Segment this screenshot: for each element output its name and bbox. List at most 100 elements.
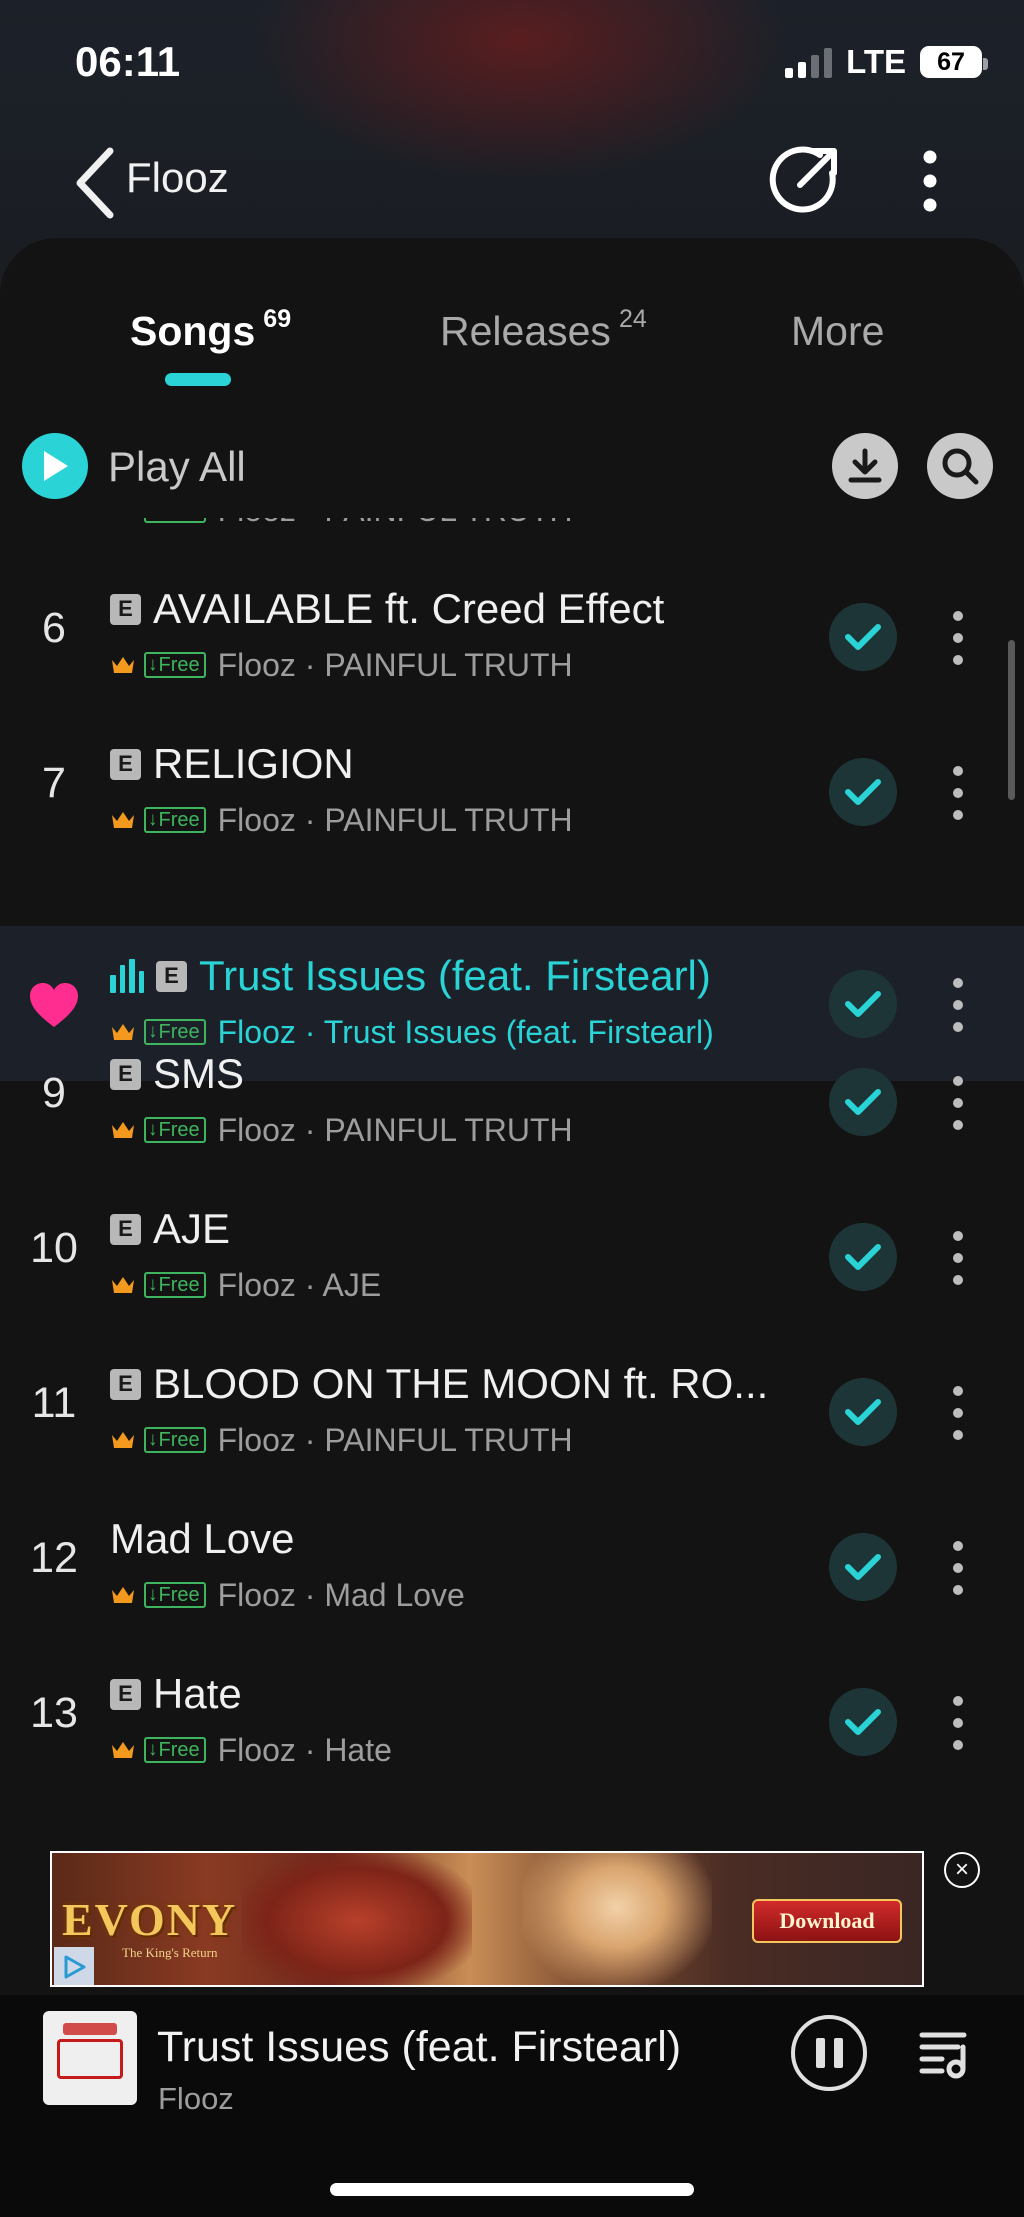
- song-options-icon[interactable]: [944, 1072, 972, 1134]
- pause-button[interactable]: [791, 2015, 867, 2091]
- song-options-icon[interactable]: [944, 762, 972, 824]
- song-meta: ↓Free Flooz · PAINFUL TRUTH: [110, 802, 573, 838]
- album-art-thumbnail[interactable]: [43, 2011, 137, 2105]
- song-meta: ↓Free Flooz · PAINFUL TRUTH: [110, 1112, 573, 1148]
- ad-dragon-art: [242, 1853, 472, 1985]
- download-arrow-icon: ↓: [148, 1274, 158, 1295]
- pause-bar: [833, 2038, 843, 2068]
- search-songs-button[interactable]: [927, 433, 993, 499]
- battery-level: 67: [937, 47, 965, 76]
- network-label: LTE: [846, 43, 906, 80]
- track-number: 13: [30, 1689, 78, 1737]
- song-title-line: Mad Love: [110, 1511, 294, 1567]
- song-subtitle: Flooz · Hate: [217, 1731, 392, 1768]
- song-title: AJE: [153, 1205, 231, 1252]
- song-subtitle: Flooz · AJE: [217, 1266, 382, 1303]
- signal-icon: [785, 46, 833, 78]
- free-download-badge: ↓Free: [144, 1737, 206, 1763]
- track-number: 10: [30, 1224, 78, 1272]
- ad-logo: EVONY: [62, 1894, 238, 1945]
- active-tab-indicator: [165, 373, 231, 386]
- track-number: 7: [42, 759, 66, 807]
- song-options-icon[interactable]: [944, 1382, 972, 1444]
- play-all-button[interactable]: [22, 433, 88, 499]
- more-options-icon[interactable]: [905, 148, 955, 214]
- free-label: Free: [158, 808, 200, 831]
- tab-releases[interactable]: Releases 24: [440, 305, 647, 355]
- tab-more[interactable]: More: [791, 308, 884, 355]
- now-playing-title[interactable]: Trust Issues (feat. Firstearl): [157, 2023, 681, 2072]
- album-art-detail: [57, 2039, 123, 2079]
- song-title-line: E AVAILABLE ft. Creed Effect: [110, 581, 664, 637]
- tab-releases-label: Releases: [440, 308, 611, 354]
- track-number: 12: [30, 1534, 78, 1582]
- share-icon[interactable]: [768, 143, 842, 217]
- explicit-badge: E: [110, 1058, 141, 1090]
- download-arrow-icon: ↓: [148, 1584, 158, 1605]
- download-all-button[interactable]: [832, 433, 898, 499]
- song-title-line: E BLOOD ON THE MOON ft. RO...: [110, 1356, 768, 1412]
- ad-tagline: The King's Return: [122, 1945, 218, 1960]
- downloaded-check-button[interactable]: [829, 1068, 897, 1136]
- song-options-icon[interactable]: [944, 607, 972, 669]
- ad-banner[interactable]: EVONY The King's Return Download: [50, 1851, 924, 1987]
- artist-title[interactable]: Flooz: [126, 154, 229, 202]
- track-number: 9: [42, 1069, 66, 1117]
- status-time: 06:11: [75, 38, 181, 85]
- downloaded-check-button[interactable]: [829, 758, 897, 826]
- crown-icon: [110, 518, 136, 521]
- tab-more-label: More: [791, 308, 885, 354]
- home-indicator[interactable]: [330, 2183, 694, 2196]
- song-options-icon[interactable]: [944, 1692, 972, 1754]
- song-options-icon[interactable]: [944, 1537, 972, 1599]
- bottom-area: [0, 2115, 1024, 2217]
- search-icon: [942, 448, 979, 485]
- downloaded-check-button[interactable]: [829, 1688, 897, 1756]
- crown-icon: [112, 1742, 134, 1758]
- song-row[interactable]: 10 E AJE ↓ Free Flooz · AJE: [0, 1179, 1024, 1334]
- explicit-badge: E: [110, 748, 141, 780]
- free-download-badge: ↓Free: [144, 652, 206, 678]
- tab-songs-count: 69: [263, 305, 292, 333]
- now-playing-bars-icon: [110, 959, 144, 993]
- free-label: Free: [158, 1273, 200, 1296]
- download-arrow-icon: ↓: [148, 1119, 158, 1140]
- tab-songs[interactable]: Songs 69: [130, 305, 292, 355]
- song-title-line: E RELIGION: [110, 736, 354, 792]
- explicit-badge: E: [110, 1213, 141, 1245]
- heart-icon[interactable]: [28, 981, 80, 1029]
- ad-download-button[interactable]: Download: [752, 1899, 902, 1943]
- song-title: SMS: [153, 1050, 245, 1097]
- free-download-badge: ↓Free: [144, 518, 206, 523]
- song-title-line: E Trust Issues (feat. Firstearl): [110, 948, 711, 1004]
- downloaded-check-button[interactable]: [829, 1378, 897, 1446]
- check-icon: [845, 1089, 881, 1115]
- song-options-icon[interactable]: [944, 1227, 972, 1289]
- song-row[interactable]: 12 Mad Love ↓ Free Flooz · Mad Love: [0, 1489, 1024, 1644]
- song-row[interactable]: 6 E AVAILABLE ft. Creed Effect ↓ Free Flo…: [0, 559, 1024, 714]
- song-row[interactable]: 13 E Hate ↓ Free Flooz · Hate: [0, 1644, 1024, 1799]
- scrollbar-thumb[interactable]: [1008, 640, 1015, 800]
- free-download-badge: ↓Free: [144, 1582, 206, 1608]
- ad-close-icon[interactable]: ×: [944, 1852, 980, 1888]
- mini-player[interactable]: Trust Issues (feat. Firstearl) Flooz: [0, 1995, 1024, 2116]
- downloaded-check-button[interactable]: [829, 1223, 897, 1291]
- free-label: Free: [158, 1738, 200, 1761]
- tab-songs-label: Songs: [130, 308, 256, 354]
- song-title: RELIGION: [153, 740, 354, 787]
- download-icon: [848, 448, 882, 483]
- song-row[interactable]: 7 E RELIGION ↓ Free Flooz · PAINFUL TRUTH: [0, 714, 1024, 869]
- downloaded-check-button[interactable]: [829, 1533, 897, 1601]
- back-chevron-icon[interactable]: [70, 145, 130, 221]
- ad-hero-art: [522, 1853, 712, 1985]
- song-meta: ↓ Free Flooz · AJE: [110, 1267, 381, 1303]
- downloaded-check-button[interactable]: [829, 603, 897, 671]
- queue-icon[interactable]: [918, 2025, 974, 2081]
- ad-choices-icon[interactable]: [54, 1947, 94, 1985]
- song-row[interactable]: 11 E BLOOD ON THE MOON ft. RO... ↓ Free F…: [0, 1334, 1024, 1489]
- song-row[interactable]: 5 ↓Free Flooz · PAINFUL TRUTH: [0, 518, 1024, 559]
- crown-icon: [112, 1587, 134, 1603]
- play-all-label[interactable]: Play All: [108, 443, 246, 491]
- song-row[interactable]: 9 E SMS ↓ Free Flooz · PAINFUL TRUTH: [0, 1024, 1024, 1179]
- explicit-badge: E: [156, 960, 187, 992]
